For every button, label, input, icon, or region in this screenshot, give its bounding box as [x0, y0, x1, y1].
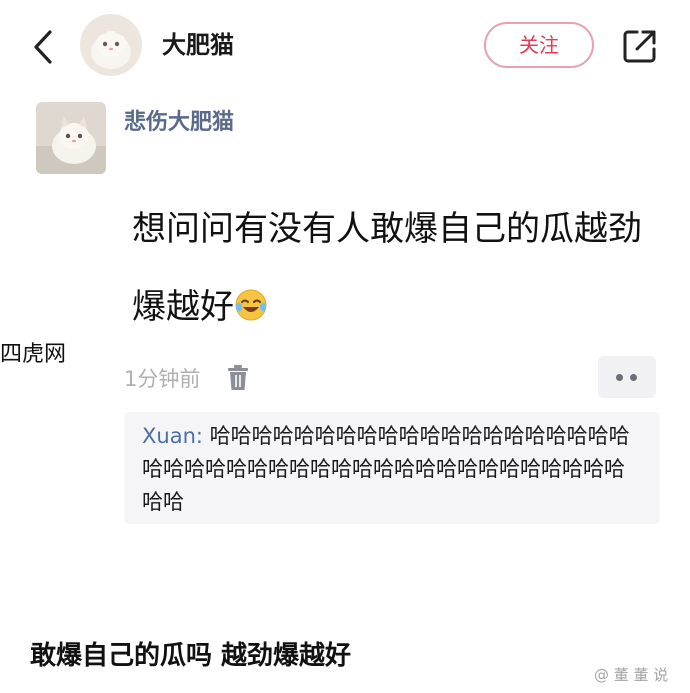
comment-box[interactable]: Xuan: 哈哈哈哈哈哈哈哈哈哈哈哈哈哈哈哈哈哈哈哈哈哈哈哈哈哈哈哈哈哈哈哈哈哈… — [124, 412, 660, 524]
weibo-watermark: @ 董 董 说 — [594, 666, 669, 684]
site-watermark-left: 四虎网 — [0, 342, 67, 367]
more-dots-icon — [616, 374, 623, 381]
more-options-button[interactable] — [598, 356, 656, 398]
post-timestamp: 1分钟前 — [124, 367, 201, 391]
comment-user-name[interactable]: Xuan: — [142, 424, 203, 448]
share-icon[interactable] — [620, 26, 660, 66]
header-avatar[interactable] — [80, 14, 142, 76]
laughing-tears-emoji-icon — [235, 289, 267, 321]
follow-button[interactable]: 关注 — [484, 22, 594, 68]
image-caption: 敢爆自己的瓜吗 越劲爆越好 — [30, 641, 352, 671]
post-author-avatar[interactable] — [36, 102, 106, 174]
more-dots-icon — [630, 374, 637, 381]
post-text: 想问问有没有人敢爆自己的瓜越劲爆越好 — [132, 190, 652, 346]
back-arrow-icon[interactable] — [28, 28, 62, 66]
trash-icon[interactable] — [226, 364, 250, 392]
header-user-name[interactable]: 大肥猫 — [162, 28, 234, 62]
comment-content: 哈哈哈哈哈哈哈哈哈哈哈哈哈哈哈哈哈哈哈哈哈哈哈哈哈哈哈哈哈哈哈哈哈哈哈哈哈哈哈哈… — [142, 424, 630, 514]
post-text-content: 想问问有没有人敢爆自己的瓜越劲爆越好 — [132, 209, 642, 327]
post-author-name[interactable]: 悲伤大肥猫 — [124, 108, 234, 138]
comment-text: Xuan: 哈哈哈哈哈哈哈哈哈哈哈哈哈哈哈哈哈哈哈哈哈哈哈哈哈哈哈哈哈哈哈哈哈哈… — [142, 420, 642, 519]
